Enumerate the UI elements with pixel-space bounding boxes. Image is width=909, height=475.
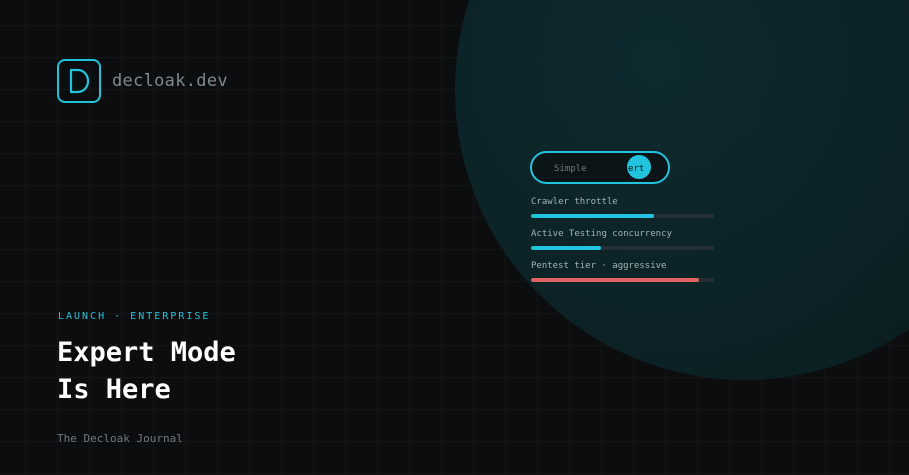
headline-line-2: Is Here [57,374,171,405]
toggle-option-simple[interactable]: Simple [554,164,587,174]
meter-label: Active Testing concurrency [531,229,672,239]
meter-pentest-tier: Pentest tier · aggressive [531,261,714,282]
byline: The Decloak Journal [57,432,183,445]
meter-track [531,246,714,250]
meter-track [531,214,714,218]
brand-logo[interactable]: decloak.dev [57,59,228,103]
kicker-label: LAUNCH · ENTERPRISE [58,311,211,322]
meter-fill [531,278,700,282]
headline-line-1: Expert Mode [57,337,236,368]
logo-d-icon [57,59,101,103]
logo-d-glyph [69,68,90,94]
meter-crawler-throttle: Crawler throttle [531,197,714,218]
meter-fill [531,246,601,250]
meter-label: Crawler throttle [531,197,618,207]
brand-name: decloak.dev [112,71,228,91]
hero-banner: decloak.dev Simple ert Crawler throttle … [0,0,909,475]
headline: Expert Mode Is Here [57,334,236,408]
toggle-option-expert[interactable]: ert [628,164,644,174]
background-circle [455,0,909,380]
meter-active-testing-concurrency: Active Testing concurrency [531,229,714,250]
mode-toggle[interactable]: Simple ert [530,151,670,184]
meter-track [531,278,714,282]
meter-fill [531,214,654,218]
meter-label: Pentest tier · aggressive [531,261,667,271]
